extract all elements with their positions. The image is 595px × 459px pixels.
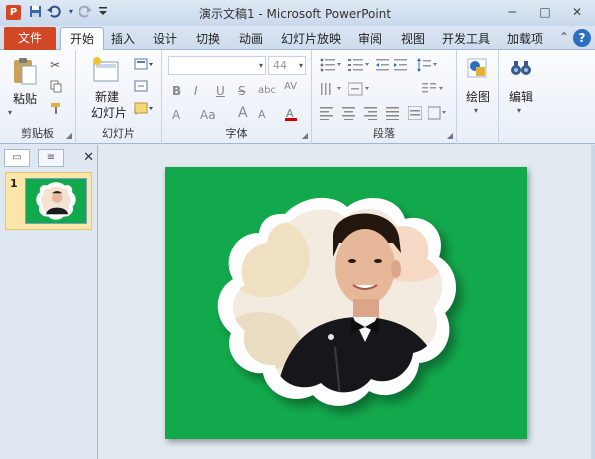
convert-smartart-icon[interactable] — [427, 106, 448, 123]
redo-icon[interactable] — [77, 5, 92, 19]
new-slide-icon[interactable] — [91, 56, 119, 84]
tab-insert[interactable]: 插入 — [108, 29, 138, 50]
flower-photo-image[interactable] — [165, 167, 527, 439]
font-launcher-icon[interactable]: ◢ — [302, 131, 308, 140]
paste-icon[interactable] — [11, 56, 39, 85]
ribbon: 粘贴 ▾ ✂ 剪贴板 ◢ 新建 幻灯片 ▾ 幻灯片 ▾ — [0, 50, 595, 144]
paste-dropdown-icon[interactable]: ▾ — [8, 106, 12, 120]
tab-developer[interactable]: 开发工具 — [440, 29, 492, 50]
slides-pane: ▭ ≡ ✕ 1 — [0, 145, 98, 459]
slide-canvas[interactable] — [165, 167, 527, 439]
section-icon[interactable] — [134, 102, 154, 117]
close-pane-icon[interactable]: ✕ — [83, 149, 94, 167]
slides-group-label: 幻灯片 — [102, 127, 135, 140]
drawing-icon[interactable] — [465, 56, 493, 84]
italic-button[interactable]: I — [194, 84, 198, 98]
font-size-dropdown-icon[interactable]: ▾ — [299, 57, 303, 74]
slide-thumbnail-item[interactable]: 1 — [5, 172, 92, 230]
slide-thumbnail[interactable] — [25, 178, 87, 224]
font-group: ▾ 44 ▾ B I U S abc AV A Aa A A A 字体 ◢ — [162, 50, 312, 144]
vertical-scrollbar[interactable] — [591, 145, 595, 459]
paragraph-launcher-icon[interactable]: ◢ — [447, 131, 453, 140]
tab-file[interactable]: 文件 — [4, 27, 56, 50]
tab-addins[interactable]: 加载项 — [505, 29, 545, 50]
text-direction-icon[interactable] — [320, 82, 342, 99]
clipboard-launcher-icon[interactable]: ◢ — [66, 131, 72, 140]
slide-editor — [99, 145, 595, 459]
save-icon[interactable] — [28, 5, 42, 19]
powerpoint-logo-icon[interactable]: P — [6, 5, 21, 20]
clipboard-group: 粘贴 ▾ ✂ 剪贴板 ◢ — [0, 50, 76, 144]
drawing-dropdown-icon[interactable]: ▾ — [474, 104, 478, 118]
tab-animations[interactable]: 动画 — [236, 29, 266, 50]
binoculars-icon[interactable] — [508, 56, 536, 84]
font-group-label: 字体 — [225, 127, 248, 140]
slides-tab-icon[interactable]: ▭ — [4, 149, 30, 167]
editing-dropdown-icon[interactable]: ▾ — [517, 104, 521, 118]
slides-group: 新建 幻灯片 ▾ 幻灯片 — [76, 50, 162, 144]
window-title: 演示文稿1 - Microsoft PowerPoint — [198, 7, 392, 21]
pane-tabs: ▭ ≡ ✕ — [4, 149, 94, 167]
minimize-button[interactable]: ─ — [502, 4, 522, 20]
title-bar: P ▾ 演示文稿1 - Microsoft PowerPoint ─ □ ✕ — [0, 0, 595, 26]
undo-icon[interactable] — [47, 5, 61, 19]
editing-group: 编辑 ▾ — [499, 50, 543, 144]
ribbon-tab-bar: 文件 开始 插入 设计 切换 动画 幻灯片放映 审阅 视图 开发工具 加载项 ⌃… — [0, 26, 595, 51]
tab-home[interactable]: 开始 — [60, 27, 104, 51]
grow-font-button[interactable]: A — [238, 106, 248, 120]
customize-qat-icon[interactable] — [96, 5, 110, 19]
shrink-font-button[interactable]: A — [258, 108, 266, 122]
underline-button[interactable]: U — [216, 84, 225, 98]
char-spacing-button[interactable]: AV — [284, 80, 297, 94]
tab-slideshow[interactable]: 幻灯片放映 — [280, 29, 342, 50]
new-slide-label-2[interactable]: 幻灯片 — [84, 104, 134, 121]
clipboard-group-label: 剪贴板 — [21, 127, 54, 140]
slide-number: 1 — [10, 177, 18, 190]
align-center-icon[interactable] — [342, 106, 356, 123]
reset-slide-icon[interactable] — [134, 80, 148, 95]
strikethrough-button[interactable]: S — [238, 84, 246, 98]
undo-dropdown-icon[interactable]: ▾ — [64, 5, 78, 19]
outline-tab-icon[interactable]: ≡ — [38, 149, 64, 167]
align-right-icon[interactable] — [364, 106, 378, 123]
new-slide-label-1[interactable]: 新建 — [90, 88, 124, 105]
font-color-icon[interactable]: A — [284, 106, 300, 125]
font-name-dropdown-icon[interactable]: ▾ — [259, 57, 263, 74]
align-text-icon[interactable] — [347, 82, 370, 99]
tab-review[interactable]: 审阅 — [355, 29, 385, 50]
minimize-ribbon-icon[interactable]: ⌃ — [559, 30, 569, 44]
maximize-button[interactable]: □ — [535, 4, 555, 20]
tab-design[interactable]: 设计 — [150, 29, 180, 50]
increase-indent-icon[interactable] — [394, 58, 408, 75]
font-name-combo[interactable]: ▾ — [168, 56, 266, 75]
font-size-combo[interactable]: 44 ▾ — [268, 56, 306, 75]
editing-button[interactable]: 编辑 — [504, 88, 538, 105]
help-icon[interactable]: ? — [573, 29, 591, 47]
columns-icon[interactable] — [422, 82, 444, 99]
distributed-icon[interactable] — [407, 105, 423, 123]
font-size-value: 44 — [273, 59, 287, 72]
paragraph-group: 段落 ◢ — [312, 50, 457, 144]
format-painter-icon[interactable] — [50, 102, 63, 118]
drawing-button[interactable]: 绘图 — [461, 88, 495, 105]
align-left-icon[interactable] — [320, 106, 334, 123]
drawing-group: 绘图 ▾ — [457, 50, 499, 144]
change-case-button[interactable]: Aa — [200, 108, 216, 122]
tab-transitions[interactable]: 切换 — [193, 29, 223, 50]
layout-icon[interactable] — [134, 58, 154, 73]
paste-button[interactable]: 粘贴 — [8, 90, 42, 107]
line-spacing-icon[interactable] — [416, 58, 438, 75]
clear-format-button[interactable]: A — [172, 108, 180, 122]
text-shadow-button[interactable]: abc — [258, 84, 276, 98]
paragraph-group-label: 段落 — [373, 127, 395, 140]
close-button[interactable]: ✕ — [567, 4, 587, 20]
justify-icon[interactable] — [386, 106, 400, 123]
bold-button[interactable]: B — [172, 84, 181, 98]
tab-view[interactable]: 视图 — [398, 29, 428, 50]
numbering-icon[interactable] — [348, 58, 370, 75]
copy-icon[interactable] — [50, 80, 63, 96]
decrease-indent-icon[interactable] — [376, 58, 390, 75]
bullets-icon[interactable] — [320, 58, 342, 75]
cut-icon[interactable]: ✂ — [50, 58, 60, 72]
